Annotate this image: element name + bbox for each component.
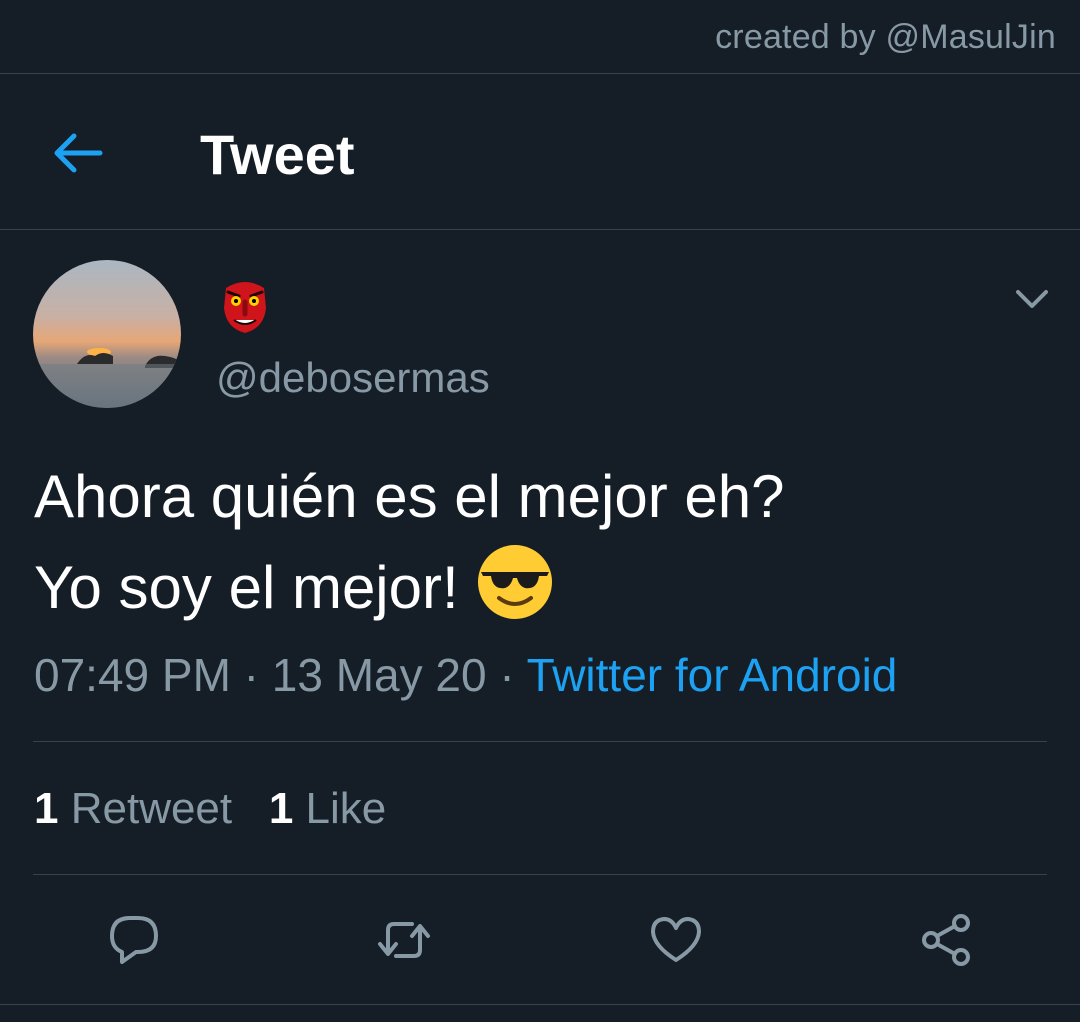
divider [33,874,1047,875]
avatar[interactable] [33,260,181,408]
bottom-divider [0,1004,1080,1005]
tweet-time: 07:49 PM [34,649,231,701]
retweet-stat[interactable]: 1 Retweet [34,784,232,833]
tweet-text-line-1: Ahora quién es el mejor eh? [34,463,785,530]
author-handle[interactable]: @debosermas [216,354,490,402]
meta-separator: · [486,649,527,701]
smiling-face-with-sunglasses-emoji [477,545,552,619]
like-label: Like [305,784,387,833]
retweet-label: Retweet [70,784,233,833]
reply-icon[interactable] [106,912,162,968]
avatar-sunset-photo [33,260,181,408]
tweet-source-link[interactable]: Twitter for Android [527,649,898,701]
chevron-down-icon[interactable] [1014,284,1050,314]
like-stat[interactable]: 1 Like [269,784,386,833]
tweet-text-line-2: Yo soy el mejor! [34,542,1044,633]
retweet-icon[interactable] [376,912,432,968]
tweet-date: 13 May 20 [271,649,487,701]
page-title: Tweet [200,123,355,186]
like-count: 1 [268,784,294,833]
arrow-left-icon[interactable] [50,130,106,176]
heart-icon[interactable] [648,912,704,968]
divider [33,741,1047,742]
tengu-mask-emoji [224,282,266,333]
retweet-count: 1 [34,784,59,833]
top-app-bar: Tweet [0,74,1080,230]
watermark-text: created by @MasulJin [715,18,1056,56]
watermark-bar: created by @MasulJin [0,0,1080,74]
share-icon[interactable] [918,912,974,968]
tweet-stats: 1 Retweet 1 Like [34,784,386,834]
tweet-body: Ahora quién es el mejor eh? Yo soy el me… [34,452,1044,633]
tweet-text-line-2-text: Yo soy el mejor! [34,554,459,621]
tweet-meta: 07:49 PM · 13 May 20 · Twitter for Andro… [34,648,897,702]
meta-separator: · [230,649,272,701]
